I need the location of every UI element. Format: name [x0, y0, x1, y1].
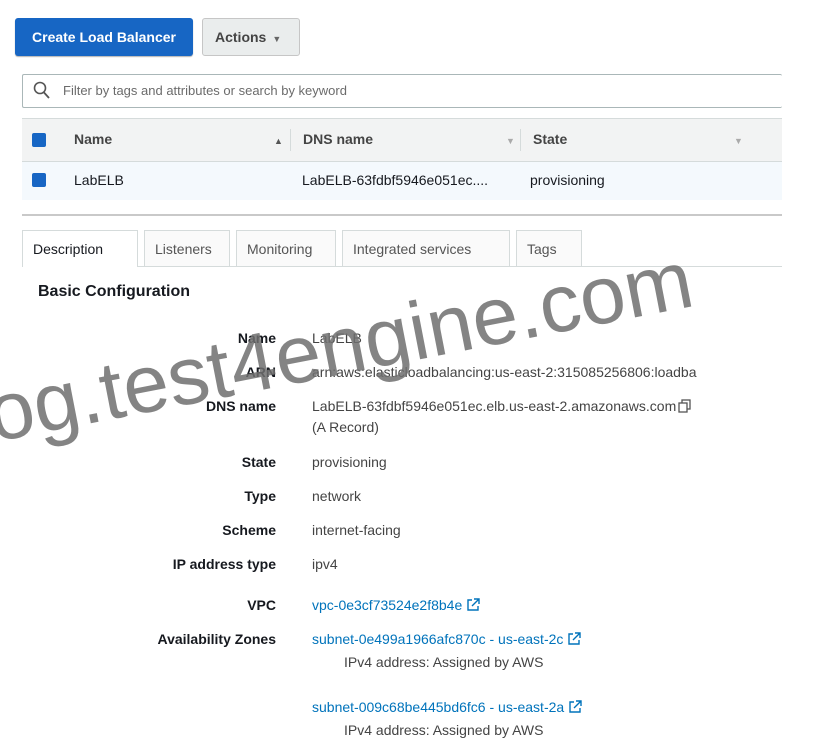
column-header-dns-name[interactable]: DNS name: [303, 131, 373, 147]
chevron-down-icon: ▼: [272, 34, 282, 44]
resize-divider[interactable]: [22, 214, 782, 216]
create-load-balancer-button[interactable]: Create Load Balancer: [15, 18, 193, 56]
section-title: Basic Configuration: [38, 283, 191, 300]
external-link-icon[interactable]: [466, 598, 480, 612]
table-row[interactable]: LabELB LabELB-63fdbf5946e051ec.... provi…: [22, 162, 782, 200]
subnet-link[interactable]: subnet-0e499a1966afc870c - us-east-2c: [312, 631, 582, 647]
value-type: network: [312, 488, 362, 504]
search-input[interactable]: Filter by tags and attributes or search …: [22, 74, 782, 108]
cell-state: provisioning: [530, 172, 605, 188]
subnet-link-text[interactable]: subnet-009c68be445bd6fc6 - us-east-2a: [312, 699, 564, 715]
value-arn: arn:aws:elasticloadbalancing:us-east-2:3…: [312, 364, 697, 380]
column-divider: [290, 129, 291, 151]
label-scheme: Scheme: [222, 522, 276, 538]
value-dns-record: (A Record): [312, 419, 379, 435]
subnet-link[interactable]: subnet-009c68be445bd6fc6 - us-east-2a: [312, 699, 582, 715]
column-divider: [520, 129, 521, 151]
value-name: LabELB: [312, 330, 362, 346]
sort-asc-icon[interactable]: ▲: [274, 136, 283, 146]
actions-label: Actions: [215, 29, 267, 45]
label-state: State: [241, 454, 276, 470]
label-dns-name: DNS name: [205, 398, 276, 414]
column-header-state[interactable]: State: [533, 131, 567, 147]
tab-listeners[interactable]: Listeners: [144, 230, 230, 266]
subnet-link-text[interactable]: subnet-0e499a1966afc870c - us-east-2c: [312, 631, 563, 647]
tab-integrated-services[interactable]: Integrated services: [342, 230, 510, 266]
detail-tabs: Description Listeners Monitoring Integra…: [22, 226, 782, 267]
value-scheme: internet-facing: [312, 522, 401, 538]
column-header-name[interactable]: Name: [74, 131, 112, 147]
subnet-ip-info: IPv4 address: Assigned by AWS: [344, 654, 544, 670]
search-icon: [33, 81, 50, 99]
select-all-checkbox[interactable]: [32, 133, 46, 147]
tab-description[interactable]: Description: [22, 230, 138, 267]
row-checkbox[interactable]: [32, 173, 46, 187]
toolbar: Create Load Balancer Actions ▼: [0, 0, 824, 70]
cell-dns-name: LabELB-63fdbf5946e051ec....: [302, 172, 489, 188]
label-vpc: VPC: [247, 597, 276, 613]
vpc-link[interactable]: vpc-0e3cf73524e2f8b4e: [312, 597, 480, 613]
label-name: Name: [237, 330, 276, 346]
cell-name: LabELB: [74, 172, 124, 188]
label-arn: ARN: [245, 364, 276, 380]
sort-icon[interactable]: ▼: [734, 136, 743, 146]
copy-icon[interactable]: [678, 399, 692, 413]
external-link-icon[interactable]: [567, 632, 582, 646]
actions-dropdown-button[interactable]: Actions ▼: [202, 18, 300, 56]
label-type: Type: [244, 488, 276, 504]
tab-tags[interactable]: Tags: [516, 230, 582, 266]
external-link-icon[interactable]: [568, 700, 582, 714]
search-placeholder: Filter by tags and attributes or search …: [63, 83, 347, 98]
value-ip-address-type: ipv4: [312, 556, 338, 572]
value-state: provisioning: [312, 454, 387, 470]
tab-monitoring[interactable]: Monitoring: [236, 230, 336, 266]
table-header: Name ▲ DNS name ▼ State ▼: [22, 118, 782, 162]
vpc-link-text[interactable]: vpc-0e3cf73524e2f8b4e: [312, 597, 462, 613]
subnet-ip-info: IPv4 address: Assigned by AWS: [344, 722, 544, 738]
dns-name-text: LabELB-63fdbf5946e051ec.elb.us-east-2.am…: [312, 398, 677, 414]
value-dns-name: LabELB-63fdbf5946e051ec.elb.us-east-2.am…: [312, 398, 692, 414]
label-availability-zones: Availability Zones: [157, 631, 276, 647]
sort-icon[interactable]: ▼: [506, 136, 515, 146]
label-ip-address-type: IP address type: [172, 556, 276, 572]
